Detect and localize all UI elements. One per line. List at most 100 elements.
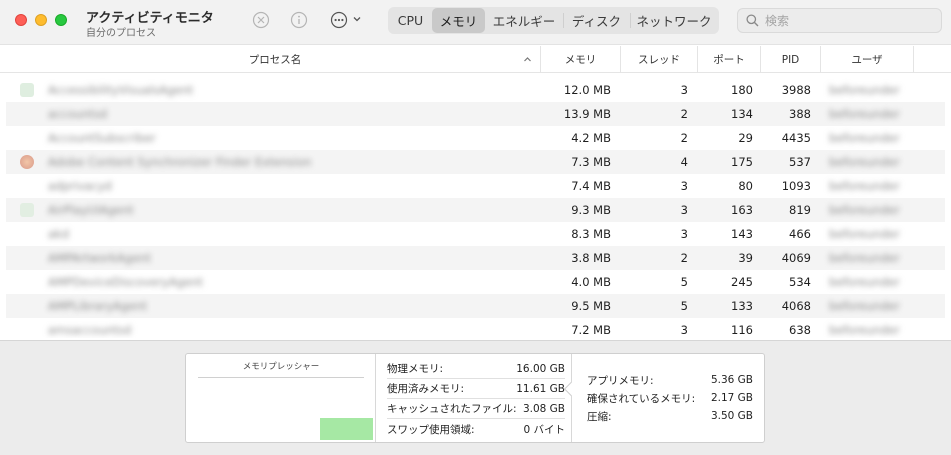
memory-summary-panel: メモリプレッシャー 物理メモリ: 16.00 GB 使用済みメモリ: 11.61… xyxy=(185,353,765,443)
ports-value: 143 xyxy=(731,227,753,241)
table-row[interactable]: AMPLibraryAgent 9.5 MB 5 133 4068 before… xyxy=(6,294,945,318)
memory-value: 9.5 MB xyxy=(571,299,611,313)
ports-value: 245 xyxy=(731,275,753,289)
user-value: beforeunder xyxy=(829,179,900,193)
column-header-label: プロセス名 xyxy=(248,54,302,66)
stat-swap-used: スワップ使用領域: 0 バイト xyxy=(387,419,565,439)
table-row[interactable]: AirPlayUIAgent 9.3 MB 3 163 819 beforeun… xyxy=(6,198,945,222)
stat-label: キャッシュされたファイル: xyxy=(387,403,517,415)
table-row[interactable]: accountsd 13.9 MB 2 134 388 beforeunder xyxy=(6,102,945,126)
stat-value: 2.17 GB xyxy=(710,392,753,404)
user-value: beforeunder xyxy=(829,131,900,145)
tab-cpu[interactable]: CPU xyxy=(389,8,432,33)
x-circle-icon[interactable] xyxy=(252,11,270,29)
chevron-down-icon[interactable] xyxy=(352,14,362,24)
memory-summary-footer: メモリプレッシャー 物理メモリ: 16.00 GB 使用済みメモリ: 11.61… xyxy=(0,340,951,455)
stat-value: 11.61 GB xyxy=(516,382,565,395)
threads-value: 2 xyxy=(680,251,688,265)
pid-value: 638 xyxy=(789,323,811,337)
table-row[interactable]: AccessibilityVisualsAgent 12.0 MB 3 180 … xyxy=(6,78,945,102)
process-name: AccessibilityVisualsAgent xyxy=(48,83,194,97)
table-header: プロセス名 メモリ スレッド ポート PID ユーザ xyxy=(0,46,951,73)
process-name: AMPLibraryAgent xyxy=(48,299,147,313)
threads-value: 3 xyxy=(680,83,688,97)
threads-value: 3 xyxy=(680,179,688,193)
close-window-button[interactable] xyxy=(15,14,27,26)
memory-value: 8.3 MB xyxy=(571,227,611,241)
zoom-window-button[interactable] xyxy=(55,14,67,26)
user-value: beforeunder xyxy=(829,83,900,97)
pid-value: 534 xyxy=(789,275,811,289)
stat-value: 0 バイト xyxy=(523,423,565,436)
column-header-user[interactable]: ユーザ xyxy=(821,46,914,73)
table-row[interactable]: akd 8.3 MB 3 143 466 beforeunder xyxy=(6,222,945,246)
column-header-threads[interactable]: スレッド xyxy=(621,46,698,73)
process-name: adprivacyd xyxy=(48,179,112,193)
pid-value: 3988 xyxy=(781,83,811,97)
stat-value: 16.00 GB xyxy=(516,362,565,375)
process-name: AMPArtworkAgent xyxy=(48,251,151,265)
minimize-window-button[interactable] xyxy=(35,14,47,26)
stat-app-memory: アプリメモリ: 5.36 GB xyxy=(587,371,753,389)
tab-network[interactable]: ネットワーク xyxy=(630,8,718,33)
process-icon xyxy=(20,83,34,97)
search-field[interactable] xyxy=(737,8,942,33)
process-name: AirPlayUIAgent xyxy=(48,203,134,217)
tab-disk[interactable]: ディスク xyxy=(563,8,630,33)
pid-value: 819 xyxy=(789,203,811,217)
memory-value: 7.4 MB xyxy=(571,179,611,193)
stat-value: 5.36 GB xyxy=(710,374,753,386)
process-icon xyxy=(20,203,34,217)
stat-label: 物理メモリ: xyxy=(387,363,444,375)
user-value: beforeunder xyxy=(829,251,900,265)
pid-value: 537 xyxy=(789,155,811,169)
process-name: accountsd xyxy=(48,107,108,121)
threads-value: 2 xyxy=(680,131,688,145)
ports-value: 163 xyxy=(731,203,753,217)
memory-value: 3.8 MB xyxy=(571,251,611,265)
memory-breakdown: アプリメモリ: 5.36 GB 確保されているメモリ: 2.17 GB 圧縮: … xyxy=(573,354,765,442)
process-name: akd xyxy=(48,227,70,241)
stat-used-memory: 使用済みメモリ: 11.61 GB xyxy=(387,379,565,399)
tab-memory[interactable]: メモリ xyxy=(432,8,485,33)
stat-compressed: 圧縮: 3.50 GB xyxy=(587,407,753,425)
column-header-pid[interactable]: PID xyxy=(761,46,821,73)
user-value: beforeunder xyxy=(829,155,900,169)
pid-value: 1093 xyxy=(781,179,811,193)
memory-value: 12.0 MB xyxy=(563,83,611,97)
table-row[interactable]: Adobe Content Synchronizer Finder Extens… xyxy=(6,150,945,174)
memory-value: 4.0 MB xyxy=(571,275,611,289)
table-row[interactable]: AMPArtworkAgent 3.8 MB 2 39 4069 beforeu… xyxy=(6,246,945,270)
column-header-process-name[interactable]: プロセス名 xyxy=(10,46,541,73)
search-icon xyxy=(746,14,759,27)
ports-value: 80 xyxy=(738,179,753,193)
threads-value: 5 xyxy=(680,275,688,289)
table-row[interactable]: AMPDeviceDiscoveryAgent 4.0 MB 5 245 534… xyxy=(6,270,945,294)
stat-label: スワップ使用領域: xyxy=(387,423,475,436)
table-row[interactable]: AccountSubscriber 4.2 MB 2 29 4435 befor… xyxy=(6,126,945,150)
pid-value: 4068 xyxy=(781,299,811,313)
memory-pressure-bar xyxy=(320,418,373,440)
stat-label: 圧縮: xyxy=(587,410,612,423)
threads-value: 3 xyxy=(680,323,688,337)
graph-divider xyxy=(198,377,364,378)
process-table: AccessibilityVisualsAgent 12.0 MB 3 180 … xyxy=(0,78,951,338)
tab-energy[interactable]: エネルギー xyxy=(485,8,563,33)
stat-label: 確保されているメモリ: xyxy=(587,392,696,405)
toolbar: アクティビティモニタ 自分のプロセス CPU メモリ エネルギー ディスク ネッ… xyxy=(0,0,951,45)
user-value: beforeunder xyxy=(829,323,900,337)
table-row[interactable]: adprivacyd 7.4 MB 3 80 1093 beforeunder xyxy=(6,174,945,198)
memory-value: 7.3 MB xyxy=(571,155,611,169)
column-header-memory[interactable]: メモリ xyxy=(541,46,621,73)
info-icon[interactable] xyxy=(290,11,308,29)
ports-value: 116 xyxy=(731,323,753,337)
table-row[interactable]: amsaccountsd 7.2 MB 3 116 638 beforeunde… xyxy=(6,318,945,338)
ellipsis-circle-icon[interactable] xyxy=(330,11,348,29)
threads-value: 4 xyxy=(680,155,688,169)
memory-value: 13.9 MB xyxy=(563,107,611,121)
ports-value: 29 xyxy=(738,131,753,145)
process-name: Adobe Content Synchronizer Finder Extens… xyxy=(48,155,312,169)
column-header-ports[interactable]: ポート xyxy=(698,46,761,73)
search-input[interactable] xyxy=(765,13,935,28)
pid-value: 466 xyxy=(789,227,811,241)
